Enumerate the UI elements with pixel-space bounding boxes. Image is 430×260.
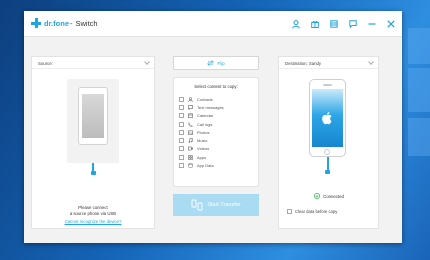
- apps-checkbox[interactable]: [179, 154, 184, 160]
- clear-data-label: Clear data before copy: [295, 209, 338, 214]
- source-header[interactable]: Source:: [32, 57, 154, 69]
- account-icon[interactable]: [289, 17, 303, 31]
- connection-status: Connected: [279, 193, 379, 199]
- brand-separator: -: [70, 18, 73, 28]
- calendar-checkbox[interactable]: [179, 113, 184, 119]
- wallpaper-windows-logo: [408, 68, 430, 112]
- destination-header[interactable]: Destination: Sandy: [279, 57, 378, 69]
- cart-icon[interactable]: [327, 17, 341, 31]
- source-header-label: Source:: [38, 61, 53, 66]
- call-logs-checkbox[interactable]: [179, 121, 184, 127]
- android-phone-icon: [78, 87, 108, 145]
- connected-label: Connected: [323, 193, 344, 199]
- videos-label: Videos: [197, 146, 210, 152]
- destination-panel: Destination: Sandy Connected Clear data …: [278, 56, 379, 229]
- select-content-title: Select content to copy:: [194, 84, 238, 89]
- music-label: Music: [197, 138, 208, 144]
- content-item-apps[interactable]: Apps: [179, 153, 224, 161]
- call-log-icon: [187, 121, 193, 127]
- call-logs-label: Call logs: [197, 121, 213, 127]
- photos-checkbox[interactable]: [179, 129, 184, 135]
- cannot-recognize-link[interactable]: Cannot recognize the device?: [32, 219, 154, 224]
- logo-icon: [31, 18, 41, 28]
- brand-name: dr.fone: [44, 18, 70, 28]
- content-item-contacts[interactable]: Contacts: [179, 95, 224, 103]
- content-item-music[interactable]: Music: [179, 136, 224, 144]
- apple-logo-icon: [321, 112, 331, 125]
- feedback-icon[interactable]: [346, 17, 360, 31]
- app-title: Switch: [75, 18, 98, 28]
- videos-icon: [187, 146, 193, 151]
- chevron-down-icon: [144, 59, 150, 65]
- minimize-icon[interactable]: [365, 17, 379, 31]
- messages-checkbox[interactable]: [179, 104, 184, 110]
- music-checkbox[interactable]: [179, 138, 184, 144]
- music-icon: [187, 138, 193, 143]
- app-window: dr.fone - Switch Source: Please connect …: [24, 11, 402, 243]
- messages-label: Text messages: [197, 104, 224, 110]
- destination-header-label: Destination: Sandy: [285, 61, 322, 66]
- transfer-icon: [191, 199, 203, 211]
- gift-icon[interactable]: [308, 17, 322, 31]
- flip-button[interactable]: Flip: [173, 56, 259, 70]
- source-panel: Source: Please connect a source phone vi…: [31, 56, 155, 229]
- usb-plug-icon: [325, 170, 330, 174]
- flip-icon: [207, 60, 215, 66]
- usb-cable-icon: [326, 157, 329, 171]
- chevron-down-icon: [368, 59, 374, 65]
- apps-label: Apps: [197, 154, 207, 160]
- connected-check-icon: [314, 193, 321, 199]
- connect-message-line1: Please connect: [78, 205, 108, 210]
- photos-label: Photos: [197, 129, 210, 135]
- photos-icon: [187, 130, 193, 135]
- messages-icon: [187, 105, 193, 110]
- content-select-panel: Select content to copy: Contacts Text me…: [173, 77, 259, 187]
- content-list: Contacts Text messages Calendar Call log…: [179, 95, 224, 170]
- content-item-call-logs[interactable]: Call logs: [179, 120, 224, 128]
- wallpaper-windows-logo: [408, 118, 430, 156]
- clear-data-option[interactable]: Clear data before copy: [287, 209, 337, 214]
- app-data-checkbox[interactable]: [179, 163, 184, 169]
- connect-message-line2: a source phone via USB: [69, 211, 117, 216]
- content-item-messages[interactable]: Text messages: [179, 103, 224, 111]
- window-controls: [284, 17, 398, 31]
- apps-icon: [187, 154, 193, 160]
- calendar-icon: [187, 113, 193, 119]
- content-item-photos[interactable]: Photos: [179, 128, 224, 136]
- calendar-label: Calendar: [197, 113, 214, 119]
- app-data-icon: [187, 163, 193, 168]
- content-item-app-data[interactable]: App Data: [179, 161, 224, 169]
- content-item-calendar[interactable]: Calendar: [179, 112, 224, 120]
- clear-data-checkbox[interactable]: [287, 209, 292, 214]
- start-transfer-button[interactable]: Start Transfer: [173, 194, 259, 216]
- contacts-icon: [187, 96, 193, 102]
- source-phone-placeholder: [67, 79, 119, 163]
- flip-label: Flip: [217, 60, 225, 66]
- contacts-checkbox[interactable]: [179, 96, 184, 102]
- title-bar: dr.fone - Switch: [24, 11, 402, 37]
- content-item-videos[interactable]: Videos: [179, 145, 224, 153]
- wallpaper-windows-logo: [408, 28, 430, 64]
- contacts-label: Contacts: [197, 96, 213, 102]
- close-icon[interactable]: [384, 17, 398, 31]
- usb-plug-icon: [90, 171, 96, 175]
- app-data-label: App Data: [197, 163, 214, 169]
- iphone-icon: [309, 79, 346, 157]
- app-brand: dr.fone - Switch: [31, 18, 98, 28]
- videos-checkbox[interactable]: [179, 146, 184, 152]
- start-transfer-label: Start Transfer: [207, 202, 241, 208]
